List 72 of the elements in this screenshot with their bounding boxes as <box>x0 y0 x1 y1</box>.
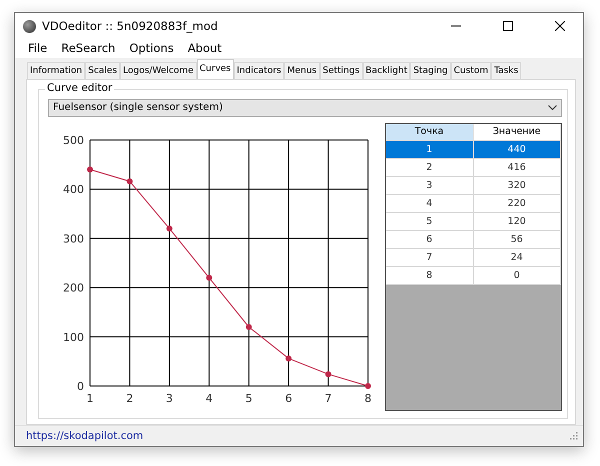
x-tick-label: 1 <box>86 392 94 405</box>
maximize-icon[interactable] <box>503 21 513 31</box>
menu-item[interactable]: Options <box>122 41 181 56</box>
table-cell: 24 <box>474 248 561 266</box>
x-tick-label: 5 <box>245 392 252 405</box>
tab[interactable]: Backlight <box>362 62 410 79</box>
data-point[interactable] <box>87 166 93 172</box>
tab[interactable]: Logos/Welcome <box>120 62 196 79</box>
group-title: Curve editor <box>45 82 114 94</box>
table-cell: 220 <box>474 194 561 212</box>
table-cell: 1 <box>386 140 474 158</box>
y-tick-label: 0 <box>77 380 84 393</box>
x-tick-label: 4 <box>206 392 213 405</box>
x-tick-label: 2 <box>126 392 134 405</box>
table-cell: 7 <box>386 248 474 266</box>
tab[interactable]: Indicators <box>234 62 284 79</box>
table-row[interactable]: 2 416 <box>386 158 561 177</box>
table-cell: 8 <box>386 266 474 284</box>
table-cell: 120 <box>474 212 561 230</box>
table-cell: 5 <box>386 212 474 230</box>
chevron-icon <box>548 104 557 111</box>
data-point[interactable] <box>126 178 133 184</box>
tab[interactable]: Information <box>27 62 86 79</box>
menu-item[interactable]: About <box>180 41 229 56</box>
table-row[interactable]: 8 0 <box>386 266 561 285</box>
table-cell: 4 <box>386 194 474 212</box>
x-tick-label: 3 <box>166 392 173 405</box>
table-row[interactable]: 1 440 <box>386 140 561 159</box>
data-point[interactable] <box>166 225 172 232</box>
x-tick-label: 7 <box>324 392 332 405</box>
resize-grip-icon[interactable] <box>569 431 578 440</box>
tab[interactable]: Staging <box>410 62 451 79</box>
table-cell: 56 <box>474 230 561 248</box>
column-header[interactable]: Точка <box>386 124 474 140</box>
table-cell: 3 <box>386 176 474 194</box>
tab[interactable]: Scales <box>85 62 120 79</box>
table-cell: 0 <box>474 266 561 284</box>
table-cell: 6 <box>386 230 474 248</box>
table-row[interactable]: 7 24 <box>386 248 561 267</box>
table-row[interactable]: 4 220 <box>386 194 561 213</box>
app-icon <box>23 20 36 32</box>
tab[interactable]: Menus <box>284 62 320 79</box>
data-point[interactable] <box>365 382 371 389</box>
table-row[interactable]: 6 56 <box>386 230 561 249</box>
table-cell: 416 <box>474 158 561 176</box>
data-point[interactable] <box>325 370 332 377</box>
y-tick-label: 500 <box>63 134 84 147</box>
data-point[interactable] <box>286 355 292 362</box>
y-tick-label: 100 <box>63 330 84 344</box>
window-title: VDOeditor :: 5n0920883f_mod <box>42 19 219 33</box>
data-point[interactable] <box>246 324 252 330</box>
y-tick-label: 400 <box>63 182 84 196</box>
tab[interactable]: Curves <box>196 58 234 79</box>
x-tick-label: 8 <box>364 392 372 405</box>
close-icon[interactable] <box>555 21 565 31</box>
y-tick-label: 200 <box>63 281 84 294</box>
table-cell: 320 <box>474 176 561 194</box>
y-tick-label: 300 <box>63 232 84 245</box>
menu-item[interactable]: File <box>21 41 54 56</box>
table-cell: 440 <box>474 140 561 158</box>
table-row[interactable]: 3 320 <box>386 176 561 195</box>
sensor-dropdown[interactable]: Fuelsensor (single sensor system) <box>48 98 562 117</box>
tab[interactable]: Tasks <box>491 62 522 79</box>
website-link[interactable]: https://skodapilot.com <box>26 430 144 442</box>
table-cell: 2 <box>386 158 474 176</box>
column-header[interactable]: Значение <box>474 124 561 140</box>
menu-item[interactable]: ReSearch <box>54 41 122 56</box>
table-row[interactable]: 5 120 <box>386 212 561 231</box>
tab[interactable]: Custom <box>450 62 492 79</box>
x-tick-label: 6 <box>285 392 292 405</box>
tab[interactable]: Settings <box>320 62 363 79</box>
data-point[interactable] <box>206 274 212 280</box>
